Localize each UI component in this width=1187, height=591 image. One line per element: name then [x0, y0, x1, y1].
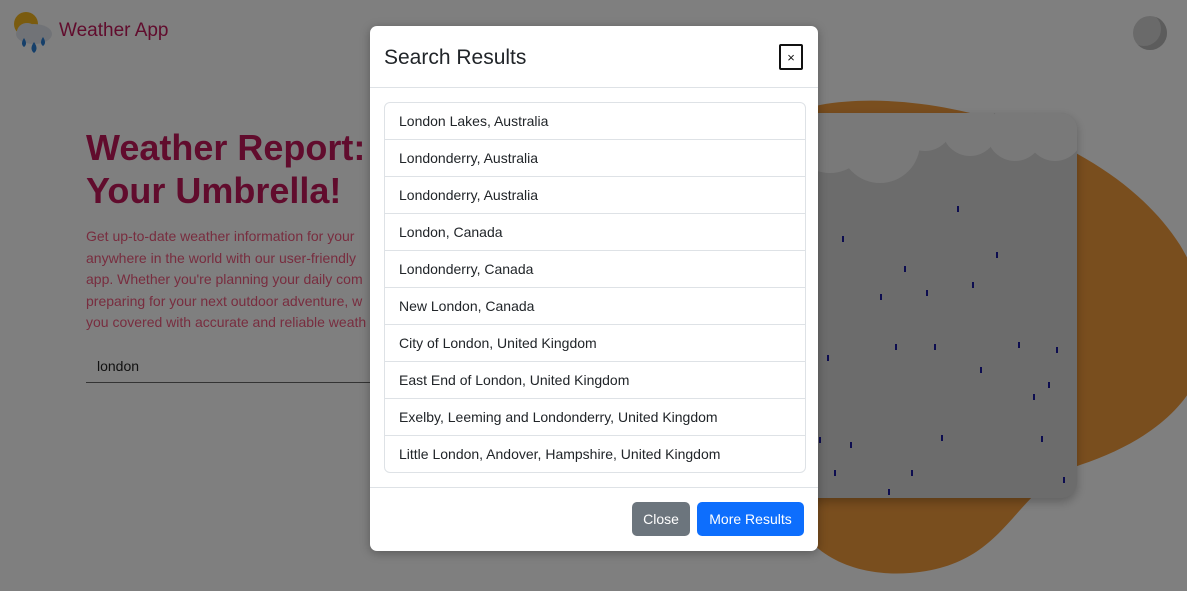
- result-item[interactable]: London Lakes, Australia: [385, 103, 805, 140]
- modal-title: Search Results: [384, 46, 527, 69]
- result-item[interactable]: Londonderry, Australia: [385, 177, 805, 214]
- close-icon[interactable]: ×: [779, 44, 803, 70]
- result-item[interactable]: Londonderry, Canada: [385, 251, 805, 288]
- result-item[interactable]: East End of London, United Kingdom: [385, 362, 805, 399]
- result-item[interactable]: City of London, United Kingdom: [385, 325, 805, 362]
- modal-header: Search Results ×: [370, 26, 818, 88]
- search-results-modal: Search Results × London Lakes, Australia…: [370, 26, 818, 551]
- result-item[interactable]: Exelby, Leeming and Londonderry, United …: [385, 399, 805, 436]
- modal-footer: Close More Results: [370, 487, 818, 552]
- close-button[interactable]: Close: [632, 502, 690, 536]
- result-item[interactable]: London, Canada: [385, 214, 805, 251]
- result-item[interactable]: Londonderry, Australia: [385, 140, 805, 177]
- result-item[interactable]: Little London, Andover, Hampshire, Unite…: [385, 436, 805, 472]
- search-results-list: London Lakes, Australia Londonderry, Aus…: [384, 102, 806, 473]
- more-results-button[interactable]: More Results: [697, 502, 804, 536]
- result-item[interactable]: New London, Canada: [385, 288, 805, 325]
